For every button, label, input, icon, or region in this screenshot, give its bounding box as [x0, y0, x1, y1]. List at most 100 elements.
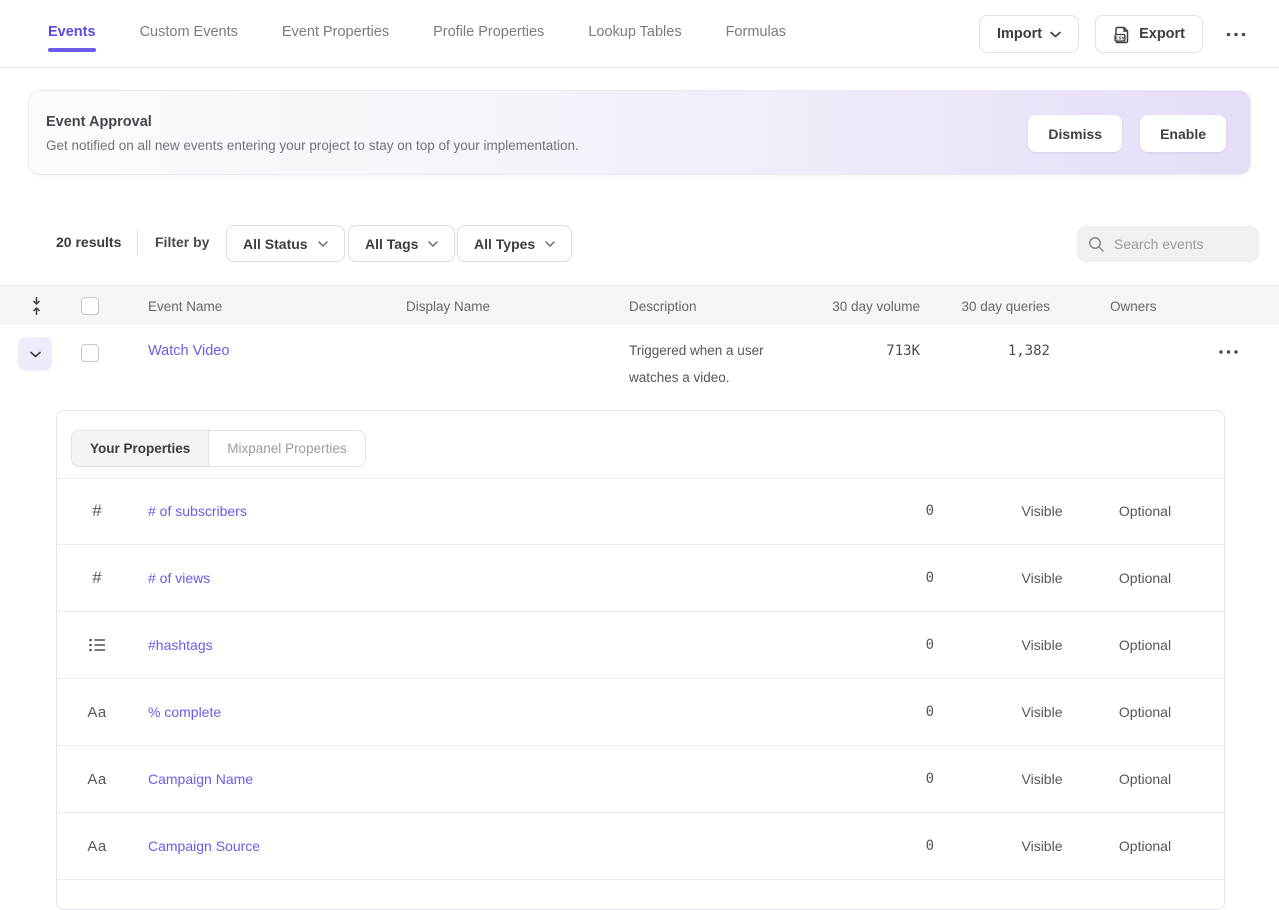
- property-row: # # of views 0 Visible Optional: [57, 545, 1224, 612]
- property-count: 0: [834, 612, 934, 678]
- property-count: 0: [834, 813, 934, 879]
- property-name-link[interactable]: #hashtags: [148, 612, 213, 678]
- event-approval-banner: Event Approval Get notified on all new e…: [28, 90, 1251, 175]
- property-requirement: Optional: [1085, 679, 1205, 745]
- dismiss-button[interactable]: Dismiss: [1028, 115, 1122, 152]
- row-expand-button[interactable]: [18, 337, 52, 371]
- chevron-down-icon: [545, 241, 555, 247]
- property-count: 0: [834, 545, 934, 611]
- properties-panel: Your Properties Mixpanel Properties # # …: [56, 410, 1225, 910]
- event-name-link[interactable]: Watch Video: [148, 343, 229, 359]
- enable-button[interactable]: Enable: [1140, 115, 1226, 152]
- banner-title: Event Approval: [46, 114, 152, 130]
- list-property-icon: [81, 612, 113, 678]
- header-description: Description: [629, 286, 697, 326]
- property-name-link[interactable]: % complete: [148, 679, 221, 745]
- export-button[interactable]: csv Export: [1095, 15, 1203, 53]
- svg-text:csv: csv: [1115, 35, 1126, 41]
- results-count: 20 results: [56, 234, 121, 250]
- event-row-watch-video: Watch Video Triggered when a user watche…: [0, 325, 1279, 410]
- status-filter-value: All Status: [243, 236, 308, 252]
- tab-events[interactable]: Events: [48, 0, 96, 68]
- filter-by-label: Filter by: [155, 234, 209, 250]
- property-name-link[interactable]: # of views: [148, 545, 210, 611]
- tab-lookup-tables[interactable]: Lookup Tables: [588, 0, 681, 68]
- export-button-label: Export: [1139, 26, 1185, 42]
- types-filter-value: All Types: [474, 236, 535, 252]
- property-name-link[interactable]: # of subscribers: [148, 478, 247, 544]
- select-all-checkbox[interactable]: [81, 297, 99, 315]
- property-visibility: Visible: [982, 545, 1102, 611]
- tab-formulas[interactable]: Formulas: [726, 0, 786, 68]
- top-navigation: Events Custom Events Event Properties Pr…: [0, 0, 1279, 68]
- header-volume: 30 day volume: [790, 286, 920, 326]
- property-visibility: Visible: [982, 478, 1102, 544]
- ellipsis-icon: [1219, 350, 1238, 354]
- property-visibility: Visible: [982, 612, 1102, 678]
- search-input[interactable]: [1114, 236, 1244, 252]
- row-checkbox[interactable]: [81, 344, 99, 362]
- event-queries: 1,382: [920, 343, 1050, 359]
- banner-description: Get notified on all new events entering …: [46, 138, 579, 153]
- collapse-all-button[interactable]: [18, 286, 54, 326]
- tab-lookup-tables-label: Lookup Tables: [588, 24, 681, 40]
- filter-toolbar: 20 results Filter by All Status All Tags…: [0, 225, 1279, 275]
- chevron-down-icon: [428, 241, 438, 247]
- import-button-label: Import: [997, 26, 1042, 42]
- property-requirement: Optional: [1085, 612, 1205, 678]
- tab-profile-properties[interactable]: Profile Properties: [433, 0, 544, 68]
- property-name-link[interactable]: Campaign Source: [148, 813, 260, 879]
- tab-event-properties-label: Event Properties: [282, 24, 389, 40]
- row-menu-button[interactable]: [1208, 335, 1248, 369]
- property-visibility: Visible: [982, 679, 1102, 745]
- more-options-button[interactable]: [1219, 15, 1253, 53]
- import-button[interactable]: Import: [979, 15, 1079, 53]
- property-visibility: Visible: [982, 746, 1102, 812]
- nav-tabs: Events Custom Events Event Properties Pr…: [48, 0, 786, 68]
- chevron-down-icon: [318, 241, 328, 247]
- tags-filter-value: All Tags: [365, 236, 418, 252]
- property-row: Aa Campaign Name 0 Visible Optional: [57, 746, 1224, 813]
- nav-actions: Import csv Export: [979, 15, 1253, 53]
- number-property-icon: #: [81, 545, 113, 611]
- property-count: 0: [834, 746, 934, 812]
- property-row: #hashtags 0 Visible Optional: [57, 612, 1224, 679]
- header-owners: Owners: [1110, 286, 1157, 326]
- banner-actions: Dismiss Enable: [1028, 115, 1226, 152]
- header-event-name: Event Name: [148, 286, 222, 326]
- property-count: 0: [834, 679, 934, 745]
- tab-events-label: Events: [48, 24, 96, 40]
- properties-tab-group: Your Properties Mixpanel Properties: [71, 430, 366, 467]
- chevron-down-icon: [1050, 31, 1061, 38]
- events-table-header: Event Name Display Name Description 30 d…: [0, 285, 1279, 325]
- property-visibility: Visible: [982, 813, 1102, 879]
- text-property-icon: Aa: [81, 813, 113, 879]
- number-property-icon: #: [81, 478, 113, 544]
- ellipsis-icon: [1226, 32, 1246, 37]
- toolbar-divider: [137, 230, 138, 256]
- search-box: [1077, 226, 1259, 262]
- tags-filter-dropdown[interactable]: All Tags: [348, 225, 455, 262]
- tab-your-properties[interactable]: Your Properties: [72, 431, 209, 466]
- property-name-link[interactable]: Campaign Name: [148, 746, 253, 812]
- header-display-name: Display Name: [406, 286, 490, 326]
- tab-event-properties[interactable]: Event Properties: [282, 0, 389, 68]
- property-count: 0: [834, 478, 934, 544]
- status-filter-dropdown[interactable]: All Status: [226, 225, 345, 262]
- property-row: Aa Campaign Source 0 Visible Optional: [57, 813, 1224, 880]
- tab-mixpanel-properties[interactable]: Mixpanel Properties: [209, 431, 364, 466]
- types-filter-dropdown[interactable]: All Types: [457, 225, 572, 262]
- chevron-down-icon: [30, 351, 41, 358]
- tab-custom-events[interactable]: Custom Events: [140, 0, 238, 68]
- event-volume: 713K: [790, 343, 920, 359]
- tab-profile-properties-label: Profile Properties: [433, 24, 544, 40]
- property-requirement: Optional: [1085, 746, 1205, 812]
- property-requirement: Optional: [1085, 478, 1205, 544]
- csv-file-icon: csv: [1113, 25, 1131, 44]
- active-tab-underline: [48, 48, 96, 52]
- tab-custom-events-label: Custom Events: [140, 24, 238, 40]
- tab-formulas-label: Formulas: [726, 24, 786, 40]
- collapse-rows-icon: [30, 296, 43, 316]
- property-row: Aa % complete 0 Visible Optional: [57, 679, 1224, 746]
- text-property-icon: Aa: [81, 746, 113, 812]
